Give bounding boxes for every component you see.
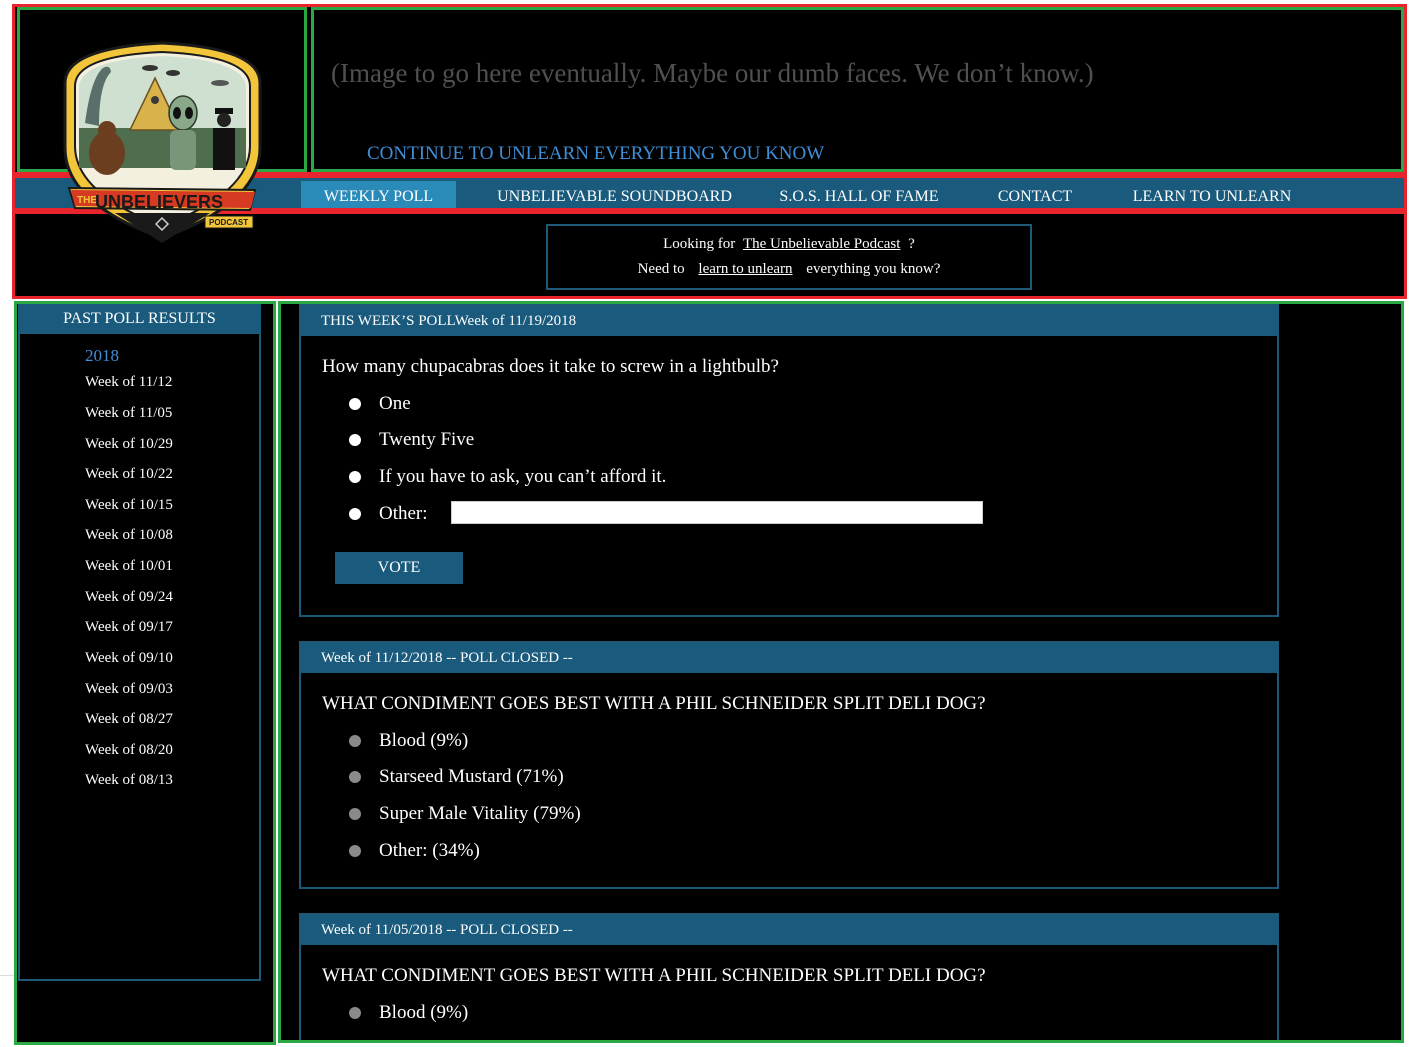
past-poll-link[interactable]: Week of 09/03 [85, 681, 173, 698]
podcast-link[interactable]: The Unbelievable Podcast [743, 236, 900, 252]
past-poll-link[interactable]: Week of 11/05 [85, 405, 172, 422]
info-text: Need to [637, 261, 685, 277]
unbelievers-logo[interactable]: THE UNBELIEVERS PODCAST [55, 38, 270, 250]
current-poll-card: THIS WEEK’S POLLWeek of 11/19/2018 How m… [299, 304, 1279, 617]
past-poll-link[interactable]: Week of 09/17 [85, 619, 173, 636]
nav-unbelievable-soundboard[interactable]: UNBELIEVABLE SOUNDBOARD [482, 181, 747, 208]
nav-weekly-poll[interactable]: WEEKLY POLL [301, 181, 456, 208]
closed-poll-card: Week of 11/05/2018 -- POLL CLOSED -- WHA… [299, 913, 1279, 1040]
other-answer-input[interactable] [451, 501, 983, 524]
learn-to-unlearn-link[interactable]: learn to unlearn [698, 261, 792, 277]
nav-learn-to-unlearn[interactable]: LEARN TO UNLEARN [1118, 181, 1306, 208]
closed-poll-header: Week of 11/12/2018 -- POLL CLOSED -- [301, 643, 1277, 673]
option-label: Twenty Five [379, 429, 475, 450]
past-poll-link[interactable]: Week of 09/24 [85, 589, 173, 606]
disabled-radio [349, 845, 361, 857]
logo-lettering: UNBELIEVERS [95, 192, 223, 212]
radio-button[interactable] [349, 434, 361, 446]
nav-sos-hall-of-fame[interactable]: S.O.S. HALL OF FAME [765, 181, 953, 208]
radio-button[interactable] [349, 508, 361, 520]
svg-text:PODCAST: PODCAST [209, 218, 248, 227]
hero-placeholder-text: (Image to go here eventually. Maybe our … [331, 58, 1094, 88]
info-text: ? [908, 236, 915, 252]
past-poll-link[interactable]: Week of 10/22 [85, 466, 173, 483]
poll-question: WHAT CONDIMENT GOES BEST WITH A PHIL SCH… [322, 693, 986, 714]
continue-link[interactable]: CONTINUE TO UNLEARN EVERYTHING YOU KNOW [367, 143, 824, 165]
year-heading[interactable]: 2018 [85, 346, 119, 366]
radio-button[interactable] [349, 398, 361, 410]
nav-contact[interactable]: CONTACT [985, 181, 1085, 208]
option-label: If you have to ask, you can’t afford it. [379, 466, 667, 487]
divider [0, 975, 14, 976]
result-label: Starseed Mustard (71%) [379, 766, 564, 787]
past-poll-link[interactable]: Week of 10/01 [85, 558, 173, 575]
result-label: Blood (9%) [379, 1002, 469, 1023]
result-label: Super Male Vitality (79%) [379, 803, 581, 824]
option-label: Other: [379, 503, 428, 524]
closed-poll-card: Week of 11/12/2018 -- POLL CLOSED -- WHA… [299, 641, 1279, 889]
poll-question: WHAT CONDIMENT GOES BEST WITH A PHIL SCH… [322, 965, 986, 986]
past-polls-heading: PAST POLL RESULTS [18, 304, 261, 334]
info-text: Looking for [663, 236, 736, 252]
past-poll-link[interactable]: Week of 10/15 [85, 497, 173, 514]
poll-question: How many chupacabras does it take to scr… [322, 356, 779, 377]
disabled-radio [349, 735, 361, 747]
past-poll-link[interactable]: Week of 09/10 [85, 650, 173, 667]
info-line-unlearn: Need to learn to unlearn everything you … [548, 261, 1030, 278]
current-poll-header: THIS WEEK’S POLLWeek of 11/19/2018 [301, 306, 1277, 336]
disabled-radio [349, 771, 361, 783]
past-poll-link[interactable]: Week of 10/29 [85, 436, 173, 453]
closed-poll-header: Week of 11/05/2018 -- POLL CLOSED -- [301, 915, 1277, 945]
result-label: Other: (34%) [379, 840, 480, 861]
past-poll-link[interactable]: Week of 08/20 [85, 742, 173, 759]
past-poll-link[interactable]: Week of 08/13 [85, 772, 173, 789]
option-label: One [379, 393, 411, 414]
info-line-podcast: Looking for The Unbelievable Podcast ? [548, 236, 1030, 253]
vote-button[interactable]: VOTE [335, 552, 463, 584]
result-label: Blood (9%) [379, 730, 469, 751]
info-box: Looking for The Unbelievable Podcast ? N… [546, 224, 1032, 290]
past-poll-link[interactable]: Week of 08/27 [85, 711, 173, 728]
info-text: everything you know? [806, 261, 941, 277]
past-poll-link[interactable]: Week of 10/08 [85, 527, 173, 544]
radio-button[interactable] [349, 471, 361, 483]
disabled-radio [349, 808, 361, 820]
disabled-radio [349, 1007, 361, 1019]
past-poll-link[interactable]: Week of 11/12 [85, 374, 172, 391]
